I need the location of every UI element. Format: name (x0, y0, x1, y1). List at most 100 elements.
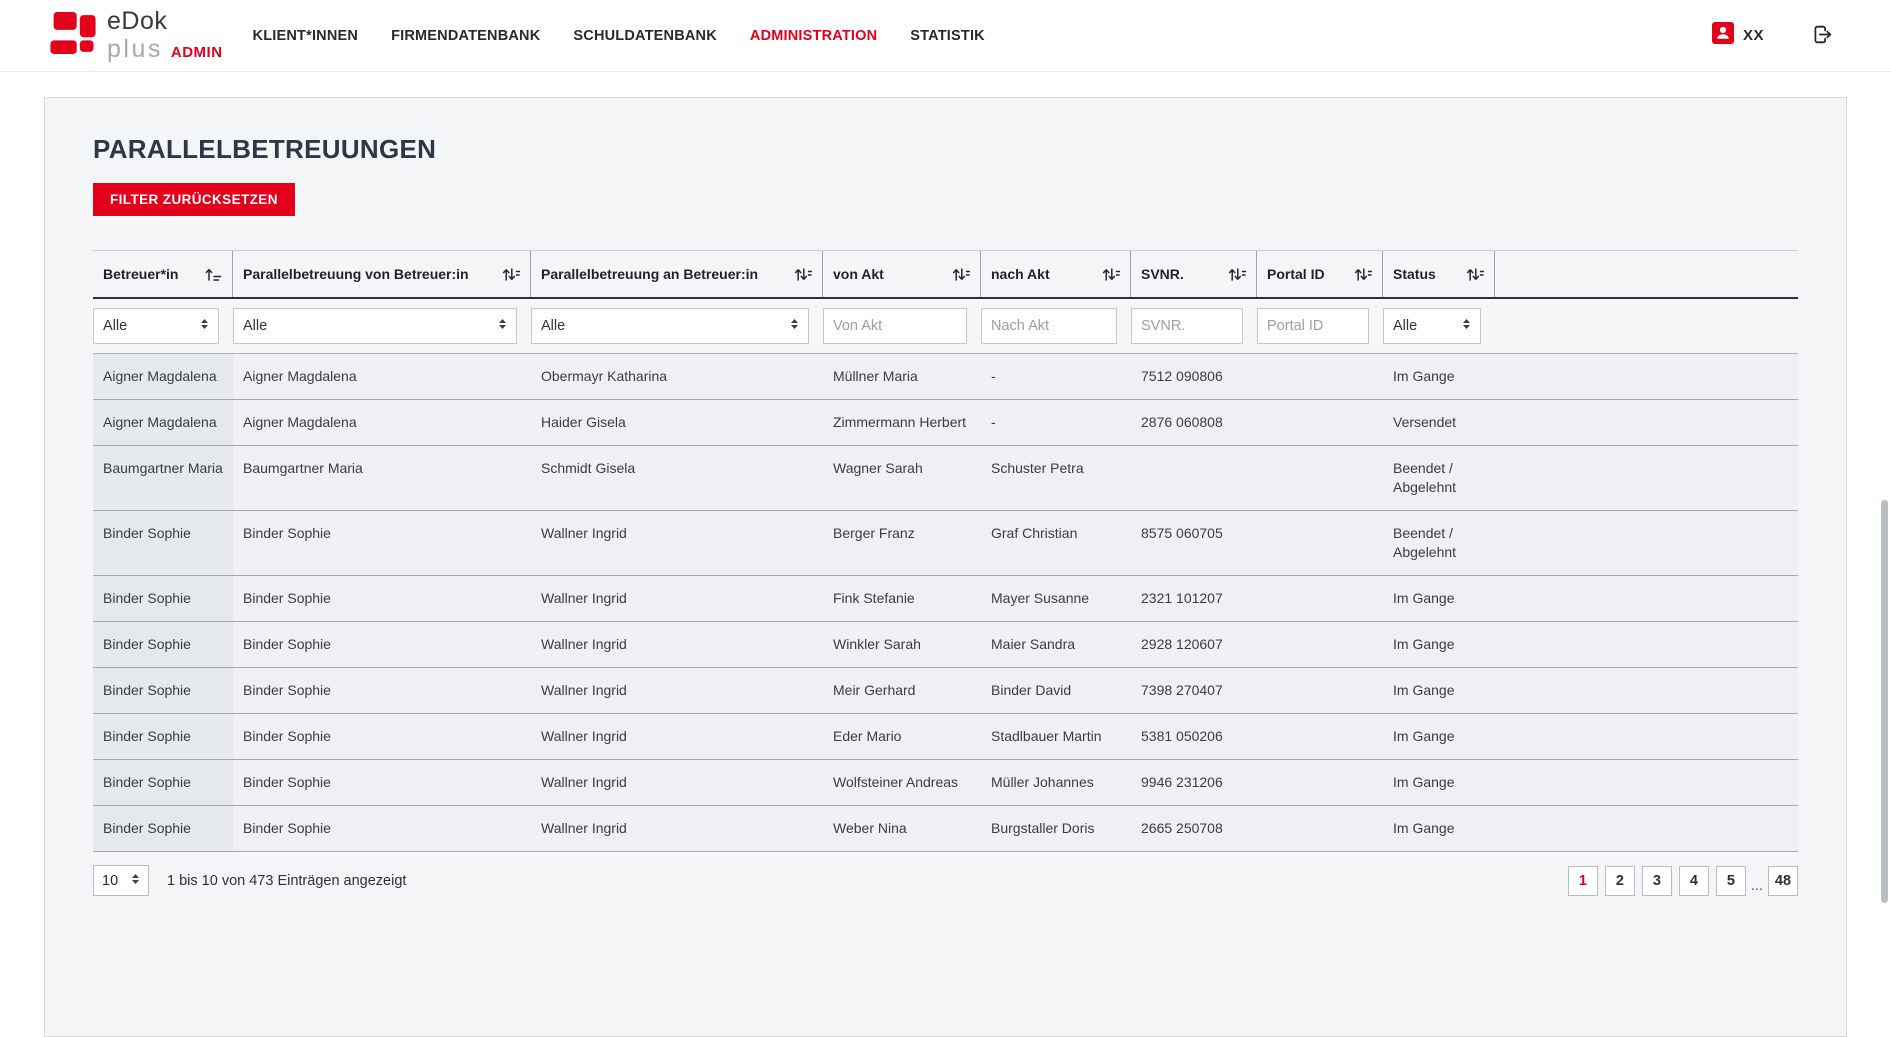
page-button-2[interactable]: 2 (1605, 866, 1635, 896)
column-header-svnr[interactable]: SVNR. (1131, 251, 1257, 297)
cell-von-akt: Wolfsteiner Andreas (823, 760, 981, 805)
cell-spacer (1495, 576, 1798, 621)
filter-input-svnr[interactable] (1131, 308, 1243, 344)
cell-svnr: 2665 250708 (1131, 806, 1257, 851)
table-header-row: Betreuer*inParallelbetreuung von Betreue… (93, 250, 1798, 299)
cell-parallelbetreuung-an: Wallner Ingrid (531, 806, 823, 851)
sort-icon (1102, 267, 1120, 282)
column-header-status[interactable]: Status (1383, 251, 1495, 297)
page-button-5[interactable]: 5 (1716, 866, 1746, 896)
cell-nach-akt: Mayer Susanne (981, 576, 1131, 621)
column-header-betreuer-in[interactable]: Betreuer*in (93, 251, 233, 297)
cell-status: Im Gange (1383, 760, 1495, 805)
table-row[interactable]: Binder SophieBinder SophieWallner Ingrid… (93, 760, 1798, 806)
nav-item-administration[interactable]: ADMINISTRATION (750, 28, 877, 44)
column-header-label: SVNR. (1141, 266, 1184, 282)
cell-parallelbetreuung-an: Wallner Ingrid (531, 511, 823, 575)
table-row[interactable]: Baumgartner MariaBaumgartner MariaSchmid… (93, 446, 1798, 511)
cell-spacer (1495, 668, 1798, 713)
nav-item-klient-innen[interactable]: KLIENT*INNEN (253, 28, 359, 44)
cell-betreuer: Binder Sophie (93, 714, 233, 759)
cell-svnr: 7512 090806 (1131, 354, 1257, 399)
page-button-1[interactable]: 1 (1568, 866, 1598, 896)
cell-betreuer: Baumgartner Maria (93, 446, 233, 510)
cell-status: Im Gange (1383, 576, 1495, 621)
cell-status: Beendet / Abgelehnt (1383, 511, 1495, 575)
filter-input-von-akt[interactable] (823, 308, 967, 344)
cell-svnr: 5381 050206 (1131, 714, 1257, 759)
cell-parallelbetreuung-von: Baumgartner Maria (233, 446, 531, 510)
pagination: 12345...48 (1568, 866, 1798, 896)
table-row[interactable]: Binder SophieBinder SophieWallner Ingrid… (93, 511, 1798, 576)
column-header-parallelbetreuung-an-betreuer-in[interactable]: Parallelbetreuung an Betreuer:in (531, 251, 823, 297)
cell-nach-akt: Binder David (981, 668, 1131, 713)
sort-asc-icon (204, 267, 222, 282)
nav-item-statistik[interactable]: STATISTIK (910, 28, 985, 44)
cell-parallelbetreuung-von: Binder Sophie (233, 511, 531, 575)
logo-blocks-icon (50, 12, 96, 59)
content-panel: PARALLELBETREUUNGEN FILTER ZURÜCKSETZEN … (44, 97, 1847, 1037)
cell-nach-akt: Burgstaller Doris (981, 806, 1131, 851)
filter-select-parallelbetreuung-von[interactable]: Alle (233, 308, 517, 344)
table-row[interactable]: Binder SophieBinder SophieWallner Ingrid… (93, 714, 1798, 760)
cell-svnr: 2321 101207 (1131, 576, 1257, 621)
column-header-label: von Akt (833, 266, 884, 282)
table-row[interactable]: Binder SophieBinder SophieWallner Ingrid… (93, 806, 1798, 852)
cell-portal-id (1257, 446, 1383, 510)
filter-select-parallelbetreuung-an[interactable]: Alle (531, 308, 809, 344)
cell-betreuer: Binder Sophie (93, 806, 233, 851)
cell-parallelbetreuung-von: Binder Sophie (233, 806, 531, 851)
nav-item-firmendatenbank[interactable]: FIRMENDATENBANK (391, 28, 540, 44)
page-button-4[interactable]: 4 (1679, 866, 1709, 896)
cell-status: Im Gange (1383, 622, 1495, 667)
page-title: PARALLELBETREUUNGEN (93, 134, 1798, 165)
app-logo[interactable]: eDok plus ADMIN (50, 9, 223, 62)
table-row[interactable]: Binder SophieBinder SophieWallner Ingrid… (93, 576, 1798, 622)
select-arrows-icon (790, 318, 799, 334)
cell-svnr: 7398 270407 (1131, 668, 1257, 713)
cell-nach-akt: Stadlbauer Martin (981, 714, 1131, 759)
cell-status: Im Gange (1383, 714, 1495, 759)
user-menu[interactable]: XX (1712, 22, 1764, 49)
column-header-von-akt[interactable]: von Akt (823, 251, 981, 297)
cell-status: Beendet / Abgelehnt (1383, 446, 1495, 510)
cell-svnr: 2876 060808 (1131, 400, 1257, 445)
cell-parallelbetreuung-an: Haider Gisela (531, 400, 823, 445)
sort-icon (794, 267, 812, 282)
filter-select-betreuer[interactable]: Alle (93, 308, 219, 344)
filter-select-status[interactable]: Alle (1383, 308, 1481, 344)
cell-betreuer: Binder Sophie (93, 668, 233, 713)
scrollbar-thumb[interactable] (1881, 500, 1888, 903)
logout-button[interactable] (1810, 22, 1835, 50)
cell-status: Im Gange (1383, 806, 1495, 851)
cell-spacer (1495, 400, 1798, 445)
filter-input-nach-akt[interactable] (981, 308, 1117, 344)
cell-portal-id (1257, 714, 1383, 759)
table-row[interactable]: Binder SophieBinder SophieWallner Ingrid… (93, 622, 1798, 668)
table-row[interactable]: Binder SophieBinder SophieWallner Ingrid… (93, 668, 1798, 714)
page-button-48[interactable]: 48 (1768, 866, 1798, 896)
top-bar: eDok plus ADMIN KLIENT*INNEN FIRMENDATENB… (0, 0, 1891, 72)
sort-icon (1466, 267, 1484, 282)
filter-reset-button[interactable]: FILTER ZURÜCKSETZEN (93, 183, 295, 216)
cell-parallelbetreuung-an: Obermayr Katharina (531, 354, 823, 399)
cell-svnr: 8575 060705 (1131, 511, 1257, 575)
cell-von-akt: Meir Gerhard (823, 668, 981, 713)
nav-item-schuldatenbank[interactable]: SCHULDATENBANK (573, 28, 717, 44)
table-body: Aigner MagdalenaAigner MagdalenaObermayr… (93, 353, 1798, 852)
sort-icon (952, 267, 970, 282)
filter-input-portal-id[interactable] (1257, 308, 1369, 344)
cell-spacer (1495, 714, 1798, 759)
user-icon (1712, 22, 1734, 49)
column-header-parallelbetreuung-von-betreuer-in[interactable]: Parallelbetreuung von Betreuer:in (233, 251, 531, 297)
table-row[interactable]: Aigner MagdalenaAigner MagdalenaHaider G… (93, 400, 1798, 446)
column-header-portal-id[interactable]: Portal ID (1257, 251, 1383, 297)
table-row[interactable]: Aigner MagdalenaAigner MagdalenaObermayr… (93, 354, 1798, 400)
cell-portal-id (1257, 354, 1383, 399)
column-header-label: nach Akt (991, 266, 1050, 282)
column-header-label: Portal ID (1267, 266, 1325, 282)
page-button-3[interactable]: 3 (1642, 866, 1672, 896)
column-header-nach-akt[interactable]: nach Akt (981, 251, 1131, 297)
cell-betreuer: Aigner Magdalena (93, 354, 233, 399)
page-size-select[interactable]: 10 (93, 865, 149, 896)
